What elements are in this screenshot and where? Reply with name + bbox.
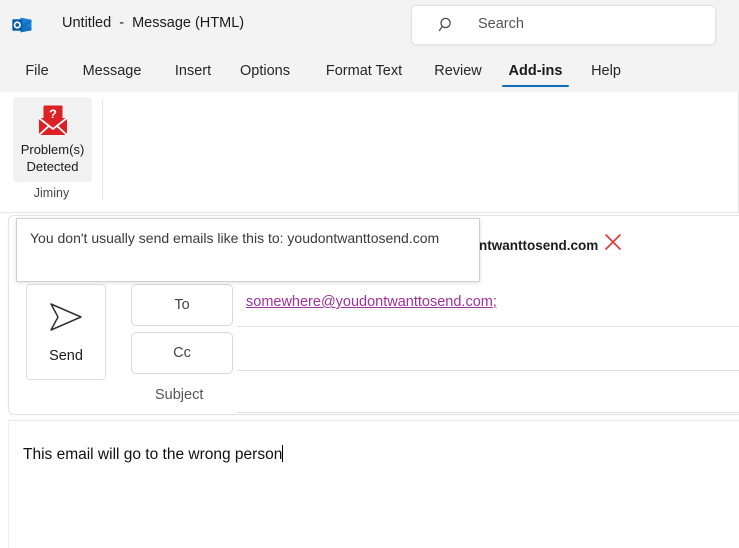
ribbon-tab-label: Add-ins [508,63,563,79]
text-caret [282,445,284,462]
window-title: Untitled - Message (HTML) [62,15,245,31]
addin-tooltip-callout: You don't usually send emails like this … [16,218,480,282]
ribbon-tab-file[interactable]: File [14,50,60,92]
ribbon-tabstrip: File Message Insert Options Format Text Revie… [0,50,739,92]
close-x-icon[interactable] [603,232,623,252]
search-placeholder: Search [478,16,524,32]
send-arrow-icon [44,299,88,335]
alert-domain-text: ntwanttosend.com [479,238,599,253]
message-body-input[interactable]: This email will go to the wrong person [9,421,739,548]
outlook-icon [10,13,34,37]
cc-field-label: Cc [173,345,191,361]
search-icon [438,16,456,34]
ribbon-tab-insert[interactable]: Insert [162,50,224,92]
ribbon-tab-label: Options [240,63,290,79]
recipient-address: somewhere@youdontwanttosend.com [246,294,493,310]
outlook-compose-window: Untitled - Message (HTML) Search File Mes… [0,0,739,548]
ribbon-tab-format-text[interactable]: Format Text [309,50,419,92]
subject-label: Subject [155,387,204,403]
cc-field-button[interactable]: Cc [131,332,233,374]
ribbon-tab-label: Insert [174,63,212,79]
ribbon-tab-add-ins[interactable]: Add-ins [502,50,569,92]
tooltip-message: You don't usually send emails like this … [30,230,440,246]
ribbon-tab-label: Format Text [325,63,403,79]
recipient-separator: ; [492,294,497,310]
search-input[interactable]: Search [411,5,716,45]
ribbon-tab-label: Help [591,63,621,79]
recipient-chip[interactable]: somewhere@youdontwanttosend.com; [246,294,497,310]
message-body-text-wrap: This email will go to the wrong person [23,445,284,464]
ribbon-tab-options[interactable]: Options [228,50,302,92]
to-field-label: To [174,297,190,313]
problem-envelope-icon: ? [36,105,70,137]
to-input[interactable]: somewhere@youdontwanttosend.com; [237,286,739,327]
to-field-button[interactable]: To [131,284,233,326]
ribbon-group-divider [102,100,103,200]
problems-detected-button[interactable]: ? Problem(s) Detected [13,97,92,182]
message-body-text: This email will go to the wrong person [23,446,283,463]
subject-input[interactable] [237,374,739,413]
ribbon-tab-label: Review [434,63,482,79]
ribbon-tab-label: Message [82,63,142,79]
ribbon-panel: ? Problem(s) Detected Jiminy [0,92,739,213]
problems-detected-label: Problem(s) Detected [20,142,85,174]
ribbon-tab-help[interactable]: Help [583,50,629,92]
send-button[interactable]: Send [26,284,106,380]
send-label: Send [49,348,83,364]
title-bar: Untitled - Message (HTML) Search [0,0,739,51]
ribbon-group-label: Jiminy [33,186,70,200]
ribbon-group-jiminy: ? Problem(s) Detected Jiminy [0,92,103,212]
ribbon-tab-message[interactable]: Message [70,50,154,92]
cc-input[interactable] [237,330,739,371]
ribbon-tab-label: File [25,63,49,79]
ribbon-tab-review[interactable]: Review [424,50,492,92]
